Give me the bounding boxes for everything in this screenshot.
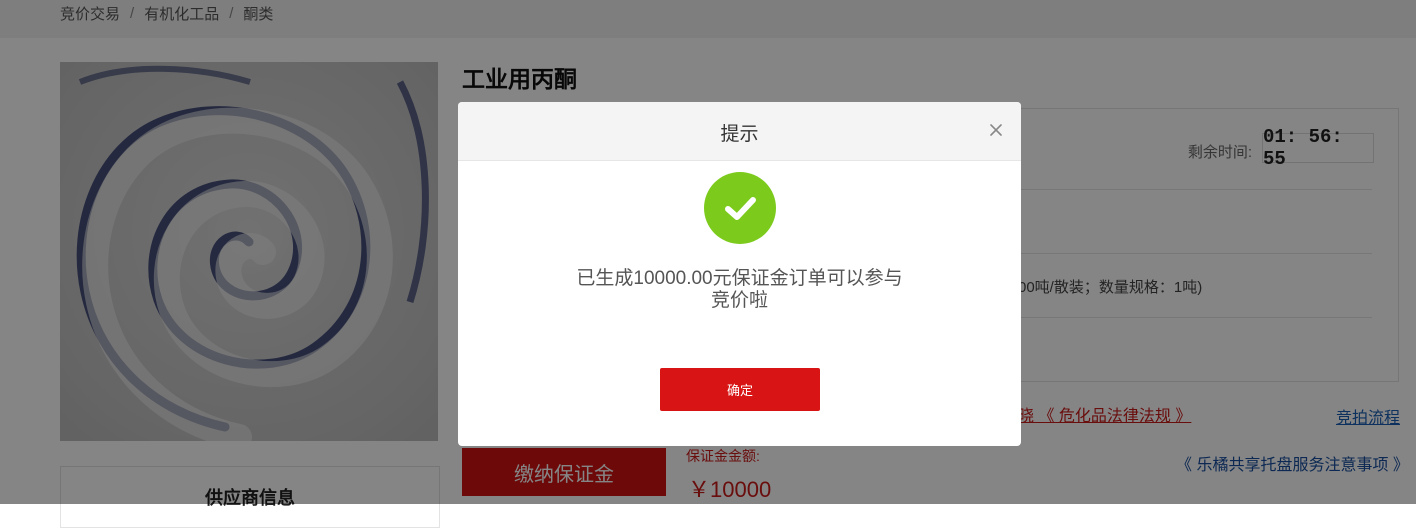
close-icon[interactable] — [988, 122, 1004, 138]
dialog-message: 已生成10000.00元保证金订单可以参与竞价啦 — [576, 268, 903, 311]
confirm-button[interactable]: 确定 — [660, 368, 820, 411]
prompt-dialog: 提示 已生成10000.00元保证金订单可以参与竞价啦 确定 — [458, 102, 1021, 446]
check-circle-icon — [704, 172, 776, 244]
dialog-title: 提示 — [720, 124, 759, 145]
dialog-header: 提示 — [458, 102, 1021, 161]
